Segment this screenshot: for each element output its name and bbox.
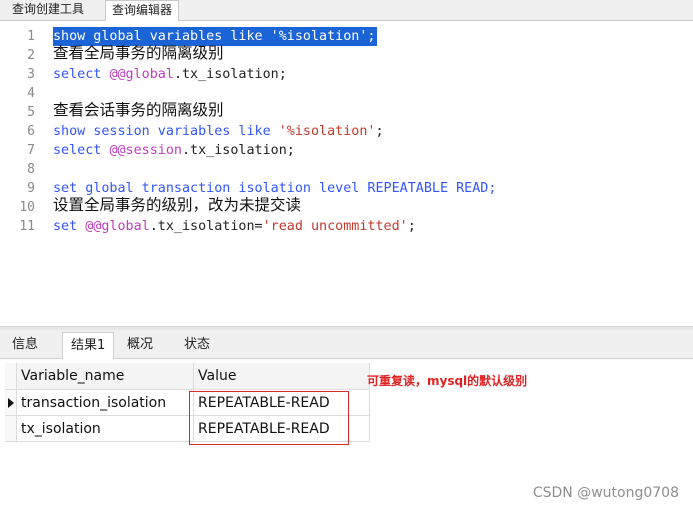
editor-line: 6 show session variables like '%isolatio… (0, 122, 693, 141)
line-number: 8 (27, 162, 35, 177)
line-number: 7 (27, 143, 35, 158)
editor-line: 2 查看全局事务的隔离级别 (0, 44, 693, 65)
comment-text: 查看全局事务的隔离级别 (53, 44, 224, 62)
sql-editor[interactable]: 1 show global variables like '%isolation… (0, 21, 693, 326)
comment-text: 查看会话事务的隔离级别 (53, 101, 224, 119)
line-number: 11 (19, 219, 35, 234)
tab-profile[interactable]: 概况 (119, 332, 161, 358)
editor-line: 11 set @@global.tx_isolation='read uncom… (0, 217, 693, 236)
row-indicator[interactable] (5, 390, 17, 416)
line-number: 3 (27, 67, 35, 82)
code-text: select @@session.tx_isolation; (53, 143, 295, 158)
current-row-arrow-icon (8, 398, 14, 408)
highlight-box (189, 391, 349, 445)
row-indicator[interactable] (5, 416, 17, 442)
result-tab-bar: 信息 结果1 概况 状态 (0, 330, 693, 359)
line-number: 9 (27, 181, 35, 196)
tab-info[interactable]: 信息 (4, 332, 46, 358)
line-number: 1 (27, 29, 35, 44)
tab-query-builder[interactable]: 查询创建工具 (6, 0, 90, 20)
editor-line: 3 select @@global.tx_isolation; (0, 65, 693, 84)
code-text: show session variables like '%isolation'… (53, 124, 384, 139)
editor-line: 10 设置全局事务的级别，改为未提交读 (0, 196, 693, 217)
table-cell[interactable]: tx_isolation (17, 416, 194, 442)
annotation-text: 可重复读，mysql的默认级别 (367, 374, 528, 388)
top-tab-bar: 查询创建工具 查询编辑器 (0, 0, 693, 21)
line-number: 4 (27, 86, 35, 101)
tab-query-editor[interactable]: 查询编辑器 (105, 0, 180, 21)
comment-text: 设置全局事务的级别，改为未提交读 (53, 196, 302, 214)
line-number: 2 (27, 48, 35, 63)
editor-line: 5 查看会话事务的隔离级别 (0, 101, 693, 122)
code-text: set @@global.tx_isolation='read uncommit… (53, 219, 416, 234)
line-number: 5 (27, 105, 35, 120)
watermark: CSDN @wutong0708 (532, 485, 679, 501)
code-text: select @@global.tx_isolation; (53, 67, 287, 82)
tab-status[interactable]: 状态 (176, 332, 218, 358)
line-number: 6 (27, 124, 35, 139)
editor-line: 7 select @@session.tx_isolation; (0, 141, 693, 160)
tab-result1[interactable]: 结果1 (62, 332, 115, 359)
grid-corner (5, 363, 17, 390)
line-number: 10 (19, 200, 35, 215)
table-cell[interactable]: transaction_isolation (17, 390, 194, 416)
column-header-value[interactable]: Value (194, 363, 370, 390)
column-header-variable-name[interactable]: Variable_name (17, 363, 194, 390)
editor-line: 8 (0, 160, 693, 179)
